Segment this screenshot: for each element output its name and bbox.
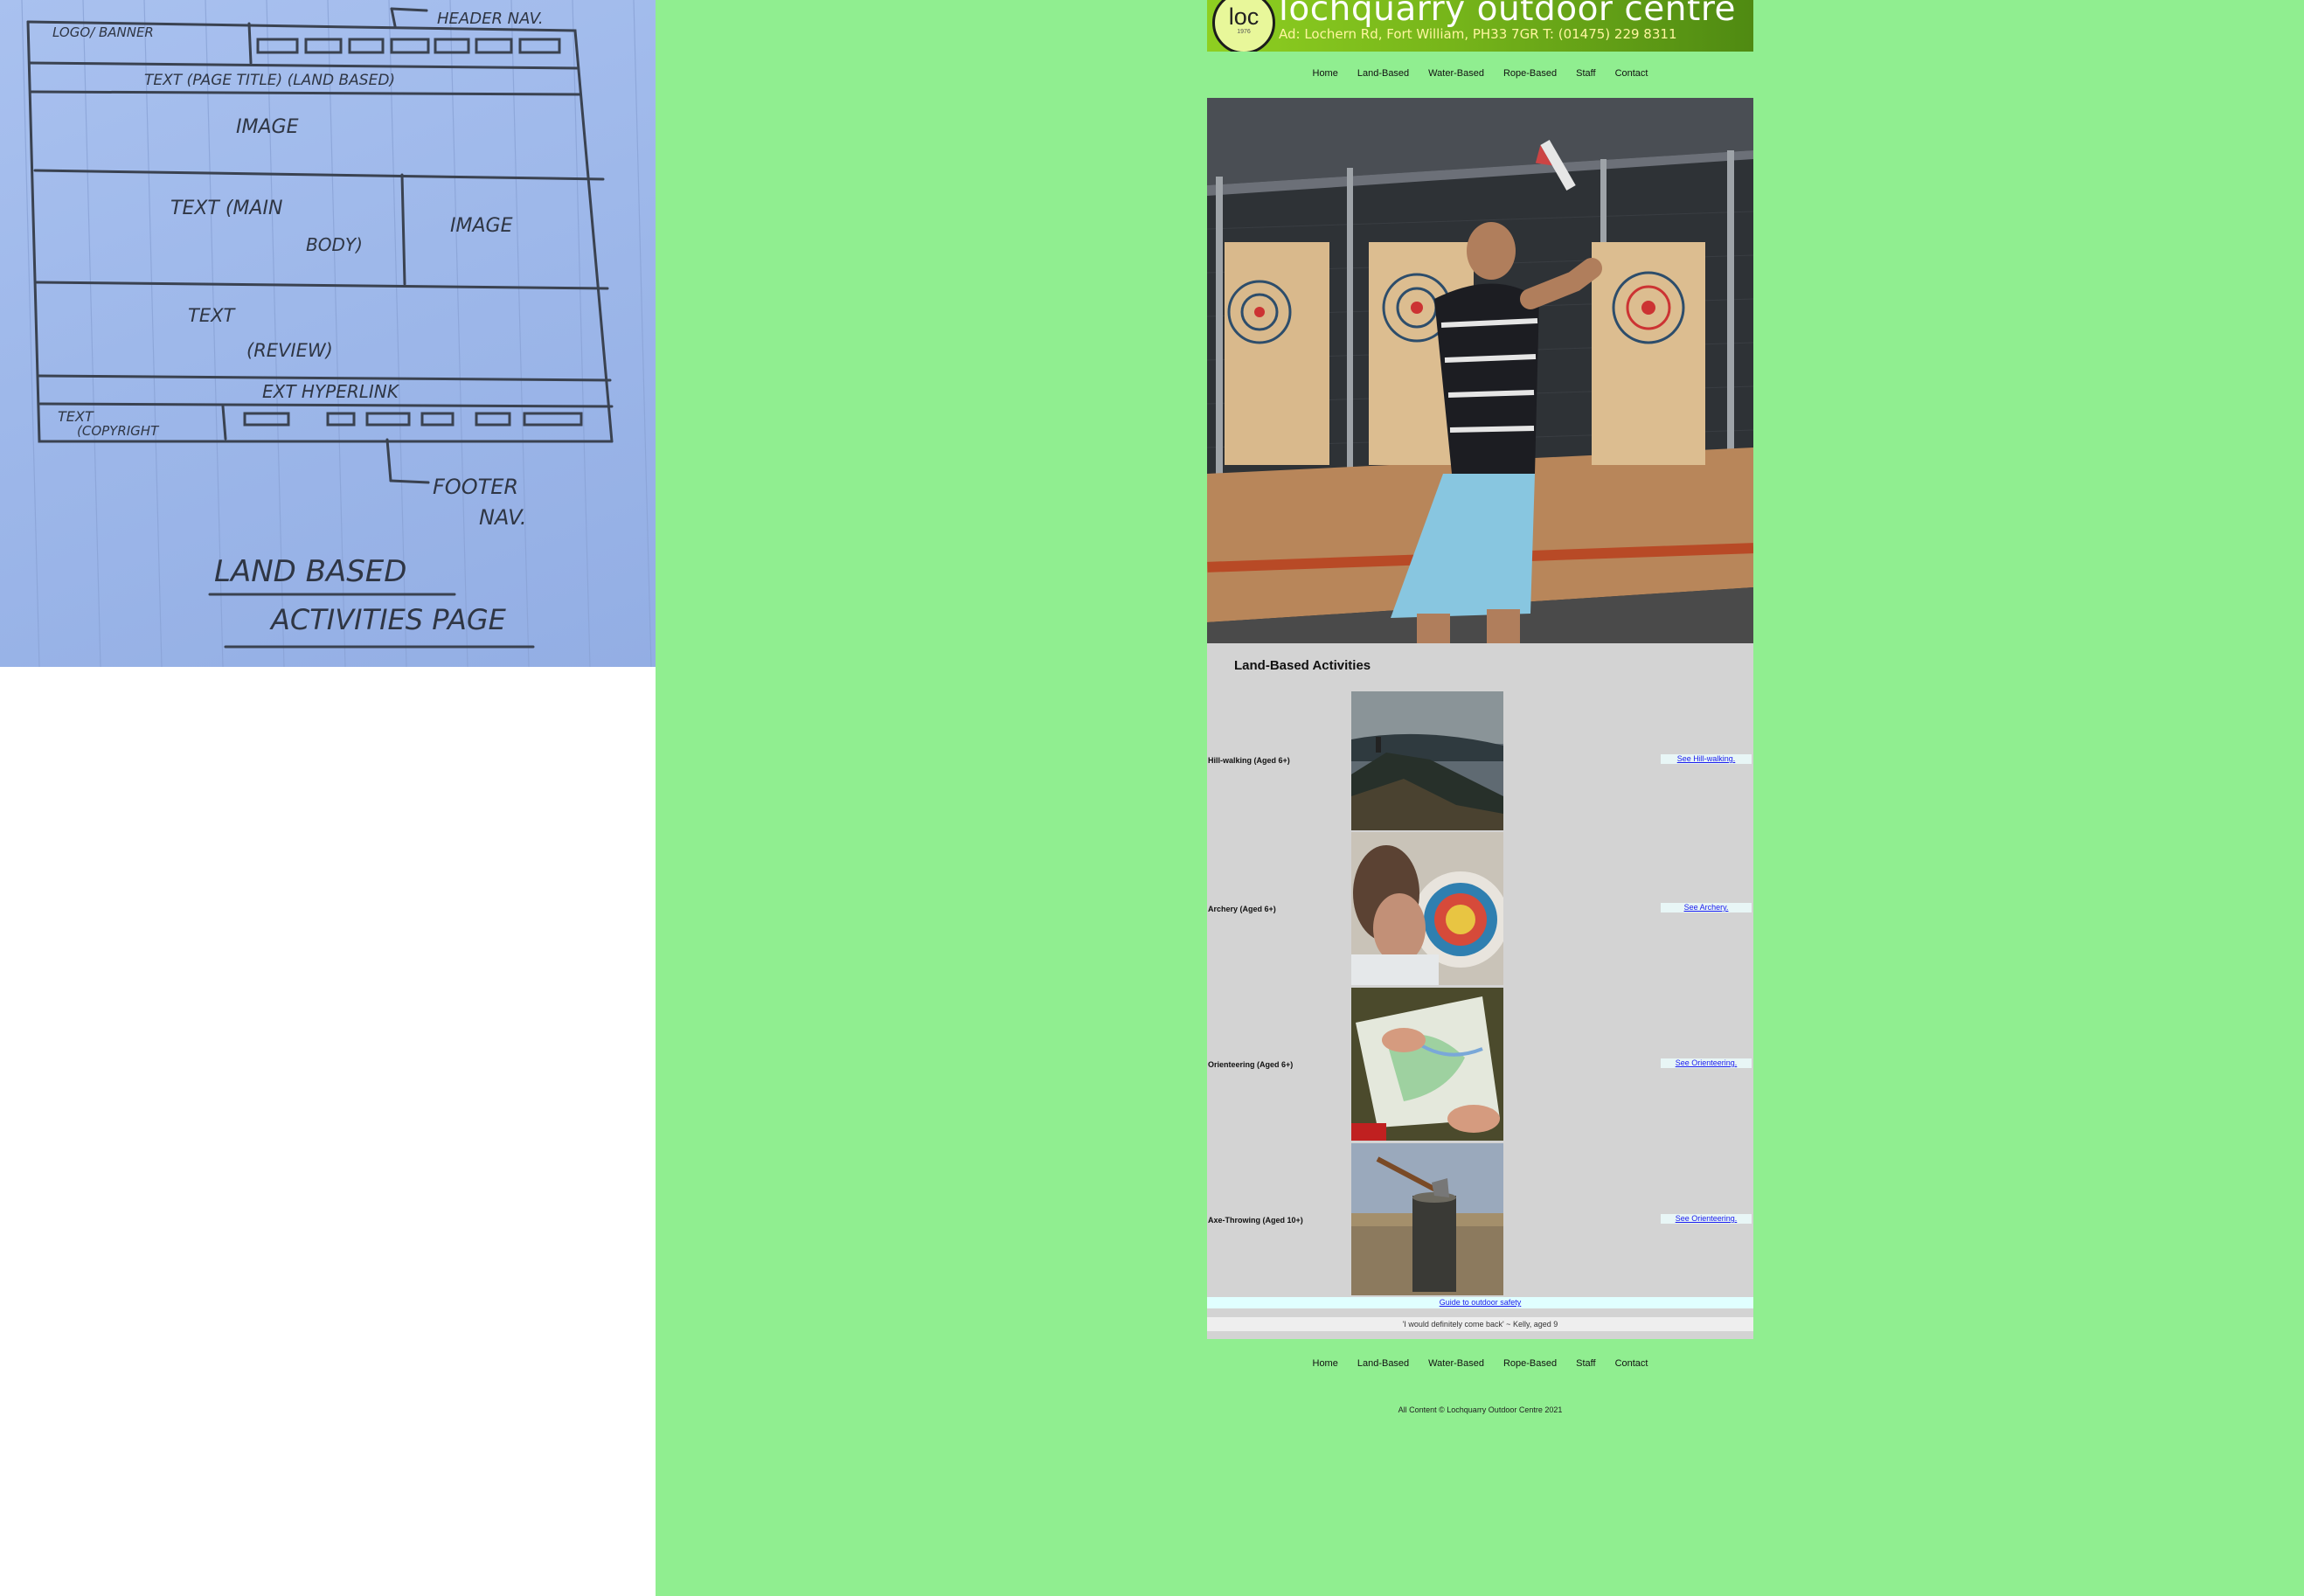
see-hill-walking-link[interactable]: See Hill-walking. bbox=[1677, 754, 1736, 763]
sketch-footer-nav-label-2: NAV. bbox=[479, 505, 526, 530]
archery-photo bbox=[1351, 832, 1503, 985]
sketch-side-image-label: IMAGE bbox=[450, 215, 513, 237]
nav-link-home[interactable]: Home bbox=[1313, 68, 1338, 98]
activity-link-box: See Orienteering. bbox=[1661, 1058, 1752, 1068]
site-title: lochquarry outdoor centre bbox=[1279, 0, 1736, 29]
page-title: Land-Based Activities bbox=[1234, 658, 1371, 673]
nav-link-staff[interactable]: Staff bbox=[1576, 68, 1595, 98]
see-axe-throwing-link[interactable]: See Orienteering. bbox=[1676, 1214, 1738, 1223]
axe-throwing-photo bbox=[1351, 1143, 1503, 1295]
nav-link-contact[interactable]: Contact bbox=[1615, 68, 1648, 98]
hill-walking-photo bbox=[1351, 691, 1503, 830]
sketch-page-caption-2: ACTIVITIES PAGE bbox=[269, 603, 507, 636]
activity-label: Orienteering (Aged 6+) bbox=[1208, 1060, 1294, 1069]
activity-row-orienteering: Orienteering (Aged 6+) See Orienteering. bbox=[1207, 988, 1753, 1143]
footer-link-rope-based[interactable]: Rope-Based bbox=[1503, 1358, 1557, 1384]
nav-link-rope-based[interactable]: Rope-Based bbox=[1503, 68, 1557, 98]
sketch-review-label: TEXT bbox=[188, 305, 236, 326]
footer-link-staff[interactable]: Staff bbox=[1576, 1358, 1595, 1384]
safety-link-bar: Guide to outdoor safety bbox=[1207, 1297, 1753, 1308]
nav-link-water-based[interactable]: Water-Based bbox=[1428, 68, 1484, 98]
wireframe-sketch-drawing: HEADER NAV. LOGO/ BANNER TEXT (PAGE TITL… bbox=[21, 0, 652, 667]
sketch-footer-nav-label: FOOTER bbox=[433, 475, 518, 499]
site-container: loc 1976 lochquarry outdoor centre Ad: L… bbox=[1207, 0, 1753, 1414]
hero-image-axe-throwing bbox=[1207, 98, 1753, 643]
browser-page: loc 1976 lochquarry outdoor centre Ad: L… bbox=[656, 0, 2304, 1596]
footer-link-land-based[interactable]: Land-Based bbox=[1357, 1358, 1409, 1384]
activity-link-box: See Archery. bbox=[1661, 903, 1752, 912]
see-archery-link[interactable]: See Archery. bbox=[1684, 903, 1729, 912]
activity-row-axe-throwing: Axe-Throwing (Aged 10+) See Orienteering… bbox=[1207, 1143, 1753, 1297]
sketch-page-title-label: TEXT (PAGE TITLE) (LAND BASED) bbox=[144, 72, 395, 89]
footer-link-water-based[interactable]: Water-Based bbox=[1428, 1358, 1484, 1384]
sketch-header-nav-note: HEADER NAV. bbox=[437, 10, 544, 28]
sketch-main-text-label: TEXT (MAIN bbox=[170, 198, 282, 219]
activity-row-archery: Archery (Aged 6+) See Archery. bbox=[1207, 832, 1753, 988]
footer-link-contact[interactable]: Contact bbox=[1615, 1358, 1648, 1384]
header-nav: Home Land-Based Water-Based Rope-Based S… bbox=[1207, 68, 1753, 98]
activity-link-box: See Orienteering. bbox=[1661, 1214, 1752, 1224]
review-quote: 'I would definitely come back' ~ Kelly, … bbox=[1207, 1317, 1753, 1331]
nav-link-land-based[interactable]: Land-Based bbox=[1357, 68, 1409, 98]
footer-nav: Home Land-Based Water-Based Rope-Based S… bbox=[1207, 1358, 1753, 1384]
site-logo[interactable]: loc 1976 bbox=[1212, 0, 1275, 52]
footer-link-home[interactable]: Home bbox=[1313, 1358, 1338, 1384]
outdoor-safety-link[interactable]: Guide to outdoor safety bbox=[1440, 1298, 1522, 1307]
activity-label: Hill-walking (Aged 6+) bbox=[1208, 756, 1290, 765]
activity-label: Archery (Aged 6+) bbox=[1208, 905, 1276, 913]
wireframe-sketch-photo: HEADER NAV. LOGO/ BANNER TEXT (PAGE TITL… bbox=[0, 0, 656, 667]
activity-label: Axe-Throwing (Aged 10+) bbox=[1208, 1216, 1303, 1225]
content-bottom-spacer bbox=[1207, 1331, 1753, 1338]
see-orienteering-link[interactable]: See Orienteering. bbox=[1676, 1058, 1738, 1067]
sketch-copyright-label-2: (COPYRIGHT bbox=[77, 423, 160, 439]
site-address: Ad: Lochern Rd, Fort William, PH33 7GR T… bbox=[1279, 26, 1677, 42]
sketch-image-label: IMAGE bbox=[236, 116, 299, 138]
sketch-ext-hyperlink-label: EXT HYPERLINK bbox=[262, 381, 400, 402]
sketch-page-caption: LAND BASED bbox=[214, 554, 406, 589]
orienteering-photo bbox=[1351, 988, 1503, 1141]
activity-link-box: See Hill-walking. bbox=[1661, 754, 1752, 764]
sketch-main-text-label-2: BODY) bbox=[306, 234, 363, 255]
activity-row-hill-walking: Hill-walking (Aged 6+) See Hill-walking. bbox=[1207, 690, 1753, 832]
main-content: Land-Based Activities Hill-walking (Aged… bbox=[1207, 643, 1753, 1339]
logo-year: 1976 bbox=[1237, 29, 1251, 35]
sketch-review-label-2: (REVIEW) bbox=[246, 340, 333, 361]
sketch-logo-banner-label: LOGO/ BANNER bbox=[52, 24, 154, 40]
header-banner: loc 1976 lochquarry outdoor centre Ad: L… bbox=[1207, 0, 1753, 52]
copyright-text: All Content © Lochquarry Outdoor Centre … bbox=[1398, 1405, 1563, 1414]
logo-text: loc bbox=[1228, 3, 1260, 30]
